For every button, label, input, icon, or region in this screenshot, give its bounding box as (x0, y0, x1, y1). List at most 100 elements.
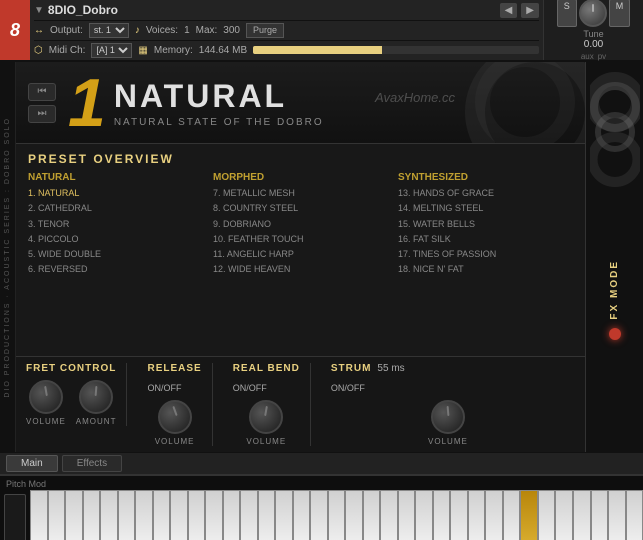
white-key[interactable] (538, 490, 556, 540)
next-icon[interactable]: ▶ (521, 3, 539, 18)
tune-value: 0.00 (584, 39, 603, 50)
tune-label: Tune (583, 29, 603, 39)
natural-item-4[interactable]: 4. PICCOLO (28, 232, 203, 247)
white-key[interactable] (170, 490, 188, 540)
fret-volume-knob-container: VOLUME (26, 380, 66, 426)
white-key[interactable] (608, 490, 626, 540)
tune-knob[interactable] (579, 0, 607, 27)
aux-label: aux (581, 52, 594, 61)
white-key[interactable] (433, 490, 451, 540)
preset-name: NATURAL (114, 78, 324, 115)
white-key[interactable] (555, 490, 573, 540)
white-key[interactable] (363, 490, 381, 540)
white-key[interactable] (205, 490, 223, 540)
morphed-item-4[interactable]: 10. FEATHER TOUCH (213, 232, 388, 247)
white-key[interactable] (135, 490, 153, 540)
white-key[interactable] (450, 490, 468, 540)
next-button[interactable]: ⏭ (28, 105, 56, 123)
next-icon: ⏭ (38, 108, 47, 119)
synth-item-2[interactable]: 14. MELTING STEEL (398, 201, 573, 216)
real-bend-toggle-label: ON/OFF (233, 383, 267, 393)
prev-button[interactable]: ⏮ (28, 83, 56, 101)
midi-select[interactable]: [A] 1 (91, 43, 132, 58)
synth-item-5[interactable]: 17. TINES OF PASSION (398, 247, 573, 262)
white-key[interactable] (380, 490, 398, 540)
m-button[interactable]: M (609, 0, 631, 27)
white-key[interactable] (503, 490, 521, 540)
synth-item-6[interactable]: 18. NICE N' FAT (398, 262, 573, 277)
synth-item-3[interactable]: 15. WATER BELLS (398, 217, 573, 232)
pitch-mod-label: Pitch Mod (6, 479, 46, 489)
strum-toggle-row: ON/OFF (331, 378, 565, 396)
white-key[interactable] (83, 490, 101, 540)
col-title-synth: SYNTHESIZED (398, 172, 573, 183)
tab-main[interactable]: Main (6, 455, 58, 472)
fret-amount-knob[interactable] (79, 380, 113, 414)
release-knob[interactable] (158, 400, 192, 434)
white-key[interactable] (275, 490, 293, 540)
fret-volume-knob[interactable] (29, 380, 63, 414)
morphed-item-6[interactable]: 12. WIDE HEAVEN (213, 262, 388, 277)
white-key[interactable] (153, 490, 171, 540)
bottom-bar: Main Effects (0, 452, 643, 474)
white-key[interactable] (293, 490, 311, 540)
pitch-strip[interactable] (4, 494, 26, 540)
morphed-item-2[interactable]: 8. COUNTRY STEEL (213, 201, 388, 216)
white-key[interactable] (100, 490, 118, 540)
white-key[interactable] (65, 490, 83, 540)
white-key[interactable] (240, 490, 258, 540)
morphed-item-3[interactable]: 9. DOBRIANO (213, 217, 388, 232)
synth-item-4[interactable]: 16. FAT SILK (398, 232, 573, 247)
white-key[interactable] (626, 490, 643, 540)
white-key[interactable] (573, 490, 591, 540)
memory-bar (253, 46, 539, 54)
synth-item-1[interactable]: 13. HANDS OF GRACE (398, 186, 573, 201)
max-value: 300 (223, 25, 240, 36)
output-select[interactable]: st. 1 (89, 23, 129, 38)
white-key-amber[interactable] (520, 490, 538, 540)
white-key[interactable] (485, 490, 503, 540)
white-key[interactable] (30, 490, 48, 540)
white-key[interactable] (591, 490, 609, 540)
white-key[interactable] (415, 490, 433, 540)
natural-item-1[interactable]: 1. NATURAL (28, 186, 203, 201)
side-label: DIO PRODUCTIONS · ACOUSTIC SERIES : DOBR… (0, 62, 16, 452)
white-key[interactable] (310, 490, 328, 540)
strum-knob[interactable] (431, 400, 465, 434)
natural-item-6[interactable]: 6. REVERSED (28, 262, 203, 277)
morphed-item-5[interactable]: 11. ANGELIC HARP (213, 247, 388, 262)
morphed-item-1[interactable]: 7. METALLIC MESH (213, 186, 388, 201)
natural-item-2[interactable]: 2. CATHEDRAL (28, 201, 203, 216)
white-key[interactable] (188, 490, 206, 540)
white-key[interactable] (118, 490, 136, 540)
voices-label: Voices: (146, 25, 178, 36)
real-bend-knob[interactable] (249, 400, 283, 434)
col-title-natural: NATURAL (28, 172, 203, 183)
fret-volume-label: VOLUME (26, 417, 66, 426)
gear-bg2 (475, 62, 575, 144)
expand-icon[interactable]: ▼ (34, 5, 44, 16)
preset-col-synthesized: SYNTHESIZED 13. HANDS OF GRACE 14. MELTI… (398, 172, 573, 278)
main-content: ⏮ ⏭ 1 NATURAL NATURAL STATE OF THE DOBRO… (16, 62, 585, 452)
app-container: 8 ▼ 8DIO_Dobro ◀ ▶ ↔ Output: st. 1 ♪ Voi… (0, 0, 643, 540)
purge-button[interactable]: Purge (246, 23, 284, 38)
white-key[interactable] (468, 490, 486, 540)
strum-volume-label: VOLUME (428, 437, 468, 446)
s-button[interactable]: S (557, 0, 577, 27)
white-key[interactable] (398, 490, 416, 540)
watermark: AvaxHome.cc (375, 90, 455, 105)
white-key[interactable] (258, 490, 276, 540)
top-header: 8 ▼ 8DIO_Dobro ◀ ▶ ↔ Output: st. 1 ♪ Voi… (0, 0, 643, 62)
white-key[interactable] (223, 490, 241, 540)
white-key[interactable] (48, 490, 66, 540)
white-key[interactable] (328, 490, 346, 540)
midi-label: Midi Ch: (49, 45, 86, 56)
fx-dot[interactable] (609, 328, 621, 340)
natural-item-3[interactable]: 3. TENOR (28, 217, 203, 232)
release-group: RELEASE ON/OFF VOLUME (137, 363, 212, 446)
white-key[interactable] (345, 490, 363, 540)
prev-icon[interactable]: ◀ (500, 3, 518, 18)
tab-effects[interactable]: Effects (62, 455, 122, 472)
title-row: ▼ 8DIO_Dobro ◀ ▶ (34, 0, 539, 21)
natural-item-5[interactable]: 5. WIDE DOUBLE (28, 247, 203, 262)
